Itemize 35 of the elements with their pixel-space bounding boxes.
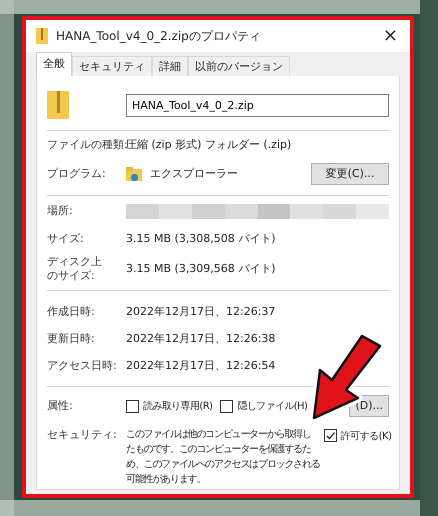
tab[interactable]: 以前のバージョン xyxy=(188,56,290,76)
zip-folder-icon xyxy=(36,28,48,44)
checkbox[interactable] xyxy=(220,400,234,412)
checkbox-label: 読み取り専用(R) xyxy=(143,400,212,414)
field-value: 圧縮 (zip 形式) フォルダー (.zip) xyxy=(126,136,292,153)
field-label: アクセス日時: xyxy=(47,358,118,374)
checkbox-label: 許可する(K) xyxy=(340,430,392,444)
field-label: 場所: xyxy=(47,202,74,219)
field-value: 2022年12月17日、12:26:38 xyxy=(126,331,276,348)
window-title: HANA_Tool_v4_0_2.zipのプロパティ xyxy=(56,28,261,45)
field-label: プログラム: xyxy=(47,166,107,182)
field-value: 2022年12月17日、12:26:54 xyxy=(126,358,276,374)
field-value: 3.15 MB (3,309,568 バイト) xyxy=(126,260,276,277)
field-label: セキュリティ: xyxy=(47,427,118,443)
field-label: 更新日時: xyxy=(47,331,96,348)
field-label: ディスク上 のサイズ: xyxy=(47,255,103,283)
tab[interactable]: セキュリティ xyxy=(72,56,152,76)
field-value: 2022年12月17日、12:26:37 xyxy=(126,304,276,320)
checkbox[interactable] xyxy=(126,400,139,412)
change-button[interactable]: 変更(C)... xyxy=(311,163,389,185)
file-name-field[interactable]: HANA_Tool_v4_0_2.zip xyxy=(126,94,389,116)
zip-folder-icon xyxy=(47,91,69,119)
field-label: ファイルの種類: xyxy=(47,136,126,153)
field-label: サイズ: xyxy=(47,230,85,247)
field-value: 3.15 MB (3,308,508 バイト) xyxy=(126,230,276,247)
field-label: 属性: xyxy=(47,398,74,414)
tab[interactable]: 詳細 xyxy=(152,56,188,76)
folder-icon xyxy=(126,166,142,182)
security-message: このファイルは他のコンピューターから取得し たものです。このコンピューターを保護するた め、このファイルへのアクセスはブロックされる 可能性があります。 xyxy=(126,428,320,487)
checkbox[interactable] xyxy=(324,429,337,442)
checkbox-label: 隠しファイル(H) xyxy=(237,400,308,414)
field-label: 作成日時: xyxy=(47,304,96,320)
field-value: エクスプローラー xyxy=(150,166,238,182)
close-button[interactable]: × xyxy=(378,27,402,45)
tab[interactable]: 全般 xyxy=(36,52,72,76)
